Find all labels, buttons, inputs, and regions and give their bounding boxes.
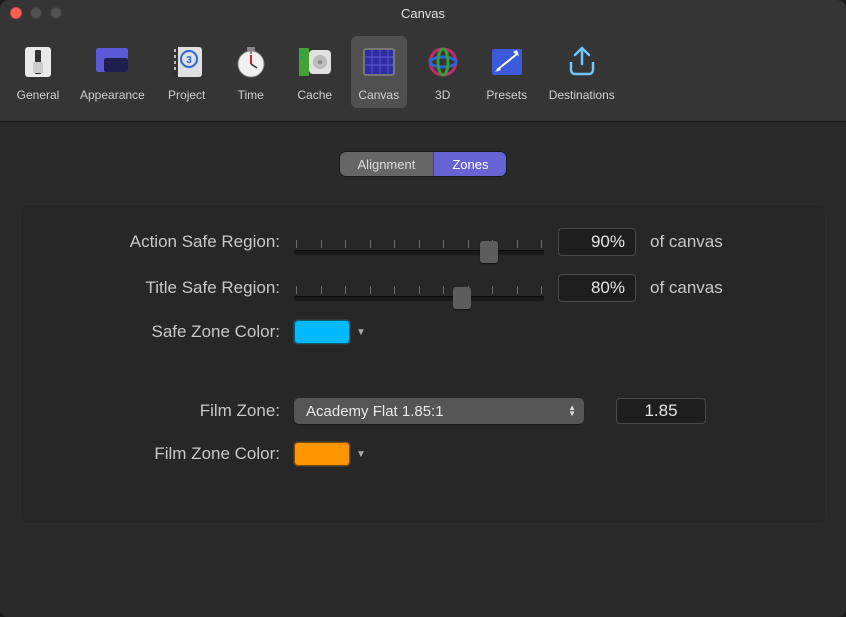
presets-icon xyxy=(485,40,529,84)
close-window-button[interactable] xyxy=(10,7,22,19)
row-safe-zone-color: Safe Zone Color: ▼ xyxy=(50,320,796,344)
project-icon: 3 xyxy=(165,40,209,84)
film-zone-label: Film Zone: xyxy=(50,401,280,421)
toolbar-item-presets[interactable]: Presets xyxy=(479,36,535,108)
updown-icon: ▲▼ xyxy=(568,405,576,417)
window-title: Canvas xyxy=(8,6,838,21)
film-zone-dropdown[interactable]: Academy Flat 1.85:1 ▲▼ xyxy=(294,398,584,424)
action-safe-suffix: of canvas xyxy=(650,232,723,252)
row-action-safe: Action Safe Region: 90% of canvas xyxy=(50,228,796,256)
film-zone-color-label: Film Zone Color: xyxy=(50,444,280,464)
film-zone-selected: Academy Flat 1.85:1 xyxy=(306,403,444,420)
3d-icon xyxy=(421,40,465,84)
action-safe-slider[interactable] xyxy=(294,230,544,255)
destinations-icon xyxy=(560,40,604,84)
titlebar: Canvas xyxy=(0,0,846,26)
prefs-toolbar: General Appearance 3 Project Time Cache xyxy=(0,26,846,122)
safe-zone-color-label: Safe Zone Color: xyxy=(50,322,280,342)
svg-text:3: 3 xyxy=(186,55,192,66)
title-safe-label: Title Safe Region: xyxy=(50,278,280,298)
toolbar-item-project[interactable]: 3 Project xyxy=(159,36,215,108)
content-area: Alignment Zones Action Safe Region: 90% … xyxy=(0,122,846,544)
tab-alignment[interactable]: Alignment xyxy=(340,152,435,176)
title-safe-suffix: of canvas xyxy=(650,278,723,298)
row-film-zone-color: Film Zone Color: ▼ xyxy=(50,442,796,466)
toolbar-item-3d[interactable]: 3D xyxy=(415,36,471,108)
toolbar-label: Appearance xyxy=(80,88,145,102)
toolbar-label: Time xyxy=(238,88,264,102)
toolbar-label: 3D xyxy=(435,88,450,102)
safe-zone-color-swatch[interactable] xyxy=(294,320,350,344)
toolbar-item-canvas[interactable]: Canvas xyxy=(351,36,407,108)
general-icon xyxy=(16,40,60,84)
zoom-window-button[interactable] xyxy=(50,7,62,19)
time-icon xyxy=(229,40,273,84)
title-safe-slider[interactable] xyxy=(294,276,544,301)
appearance-icon xyxy=(90,40,134,84)
toolbar-item-destinations[interactable]: Destinations xyxy=(543,36,621,108)
row-film-zone: Film Zone: Academy Flat 1.85:1 ▲▼ 1.85 xyxy=(50,398,796,424)
chevron-down-icon[interactable]: ▼ xyxy=(356,327,366,338)
toolbar-item-appearance[interactable]: Appearance xyxy=(74,36,151,108)
prefs-window: Canvas General Appearance 3 Project Time xyxy=(0,0,846,617)
tab-zones[interactable]: Zones xyxy=(434,152,506,176)
film-zone-color-swatch[interactable] xyxy=(294,442,350,466)
film-zone-ratio-input[interactable]: 1.85 xyxy=(616,398,706,424)
toolbar-label: Destinations xyxy=(549,88,615,102)
row-title-safe: Title Safe Region: 80% of canvas xyxy=(50,274,796,302)
safe-zone-color-well[interactable]: ▼ xyxy=(294,320,366,344)
toolbar-label: Canvas xyxy=(358,88,399,102)
toolbar-item-cache[interactable]: Cache xyxy=(287,36,343,108)
toolbar-label: Project xyxy=(168,88,205,102)
film-zone-color-well[interactable]: ▼ xyxy=(294,442,366,466)
zones-panel: Action Safe Region: 90% of canvas Title … xyxy=(20,204,826,524)
minimize-window-button[interactable] xyxy=(30,7,42,19)
toolbar-item-time[interactable]: Time xyxy=(223,36,279,108)
traffic-lights xyxy=(10,7,62,19)
tab-bar: Alignment Zones xyxy=(20,152,826,176)
toolbar-label: Cache xyxy=(297,88,332,102)
action-safe-value[interactable]: 90% xyxy=(558,228,636,256)
title-safe-value[interactable]: 80% xyxy=(558,274,636,302)
toolbar-label: General xyxy=(17,88,60,102)
action-safe-label: Action Safe Region: xyxy=(50,232,280,252)
toolbar-item-general[interactable]: General xyxy=(10,36,66,108)
toolbar-label: Presets xyxy=(486,88,527,102)
cache-icon xyxy=(293,40,337,84)
canvas-icon xyxy=(357,40,401,84)
chevron-down-icon[interactable]: ▼ xyxy=(356,449,366,460)
